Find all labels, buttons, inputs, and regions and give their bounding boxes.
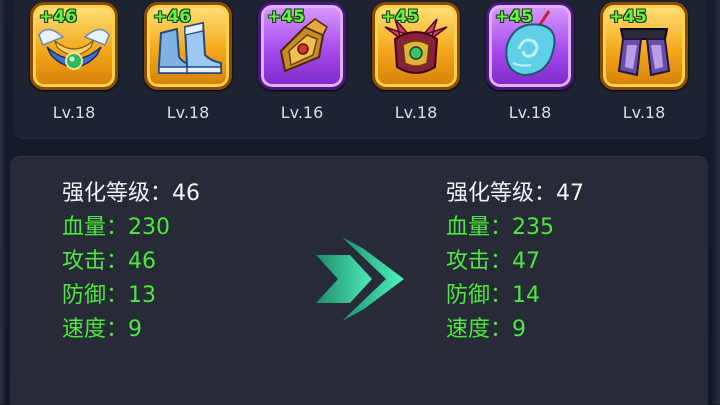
attack-row: 攻击：46 <box>62 245 200 279</box>
hp-row: 血量：235 <box>446 211 584 245</box>
colon: ： <box>106 249 129 274</box>
speed-value: 9 <box>128 317 143 342</box>
speed-row: 速度：9 <box>446 313 584 347</box>
attack-value: 46 <box>128 249 157 274</box>
defense-label: 防御 <box>446 283 491 308</box>
attack-value: 47 <box>512 249 541 274</box>
next-stats: 强化等级：47 血量：235 攻击：47 防御：14 速度：9 <box>446 177 584 347</box>
double-chevron-right-icon <box>316 237 404 321</box>
left-border <box>0 0 6 404</box>
enhance-plus-badge: +45 <box>609 7 647 27</box>
equipment-level: Lv.18 <box>622 103 666 122</box>
purple-item-frame: +45 <box>258 2 346 90</box>
game-screen: +46 Lv.18 +46 Lv.18 +45 Lv.16 +45 Lv.18 … <box>0 0 720 405</box>
speed-value: 9 <box>512 317 527 342</box>
purple-item-frame: +45 <box>486 2 574 90</box>
colon: ： <box>490 317 513 342</box>
enhance-level-row: 强化等级：46 <box>62 177 200 211</box>
hp-label: 血量 <box>446 215 491 240</box>
enhance-preview-panel: 强化等级：46 血量：230 攻击：46 防御：13 速度：9 强化等级：47 … <box>10 156 708 405</box>
colon: ： <box>150 181 173 206</box>
gold-item-frame: +46 <box>30 2 118 90</box>
equipment-slot-1[interactable]: +46 Lv.18 <box>29 2 119 126</box>
equipment-level: Lv.18 <box>166 103 210 122</box>
speed-label: 速度 <box>446 317 491 342</box>
gold-item-frame: +45 <box>372 2 460 90</box>
gold-item-frame: +45 <box>600 2 688 90</box>
hp-row: 血量：230 <box>62 211 200 245</box>
speed-row: 速度：9 <box>62 313 200 347</box>
equipment-level: Lv.16 <box>280 103 324 122</box>
colon: ： <box>534 181 557 206</box>
colon: ： <box>490 283 513 308</box>
hp-value: 230 <box>128 215 171 240</box>
enhance-plus-badge: +45 <box>267 7 305 27</box>
equipment-slot-6[interactable]: +45 Lv.18 <box>599 2 689 126</box>
enhance-level-value: 47 <box>556 181 585 206</box>
equipment-slot-4[interactable]: +45 Lv.18 <box>371 2 461 126</box>
enhance-level-row: 强化等级：47 <box>446 177 584 211</box>
colon: ： <box>490 249 513 274</box>
attack-label: 攻击 <box>446 249 491 274</box>
defense-value: 14 <box>512 283 541 308</box>
enhance-level-label: 强化等级 <box>62 181 151 206</box>
equipment-slot-5[interactable]: +45 Lv.18 <box>485 2 575 126</box>
colon: ： <box>106 283 129 308</box>
upgrade-arrow <box>312 233 408 327</box>
enhance-plus-badge: +46 <box>153 7 191 27</box>
attack-label: 攻击 <box>62 249 107 274</box>
equipment-level: Lv.18 <box>52 103 96 122</box>
defense-label: 防御 <box>62 283 107 308</box>
right-border <box>712 0 720 404</box>
colon: ： <box>490 215 513 240</box>
hp-value: 235 <box>512 215 555 240</box>
defense-row: 防御：13 <box>62 279 200 313</box>
enhance-level-value: 46 <box>172 181 201 206</box>
defense-row: 防御：14 <box>446 279 584 313</box>
hp-label: 血量 <box>62 215 107 240</box>
attack-row: 攻击：47 <box>446 245 584 279</box>
equipment-level: Lv.18 <box>508 103 552 122</box>
equipment-level: Lv.18 <box>394 103 438 122</box>
speed-label: 速度 <box>62 317 107 342</box>
enhance-plus-badge: +46 <box>39 7 77 27</box>
gold-item-frame: +46 <box>144 2 232 90</box>
defense-value: 13 <box>128 283 157 308</box>
enhance-plus-badge: +45 <box>381 7 419 27</box>
enhance-plus-badge: +45 <box>495 7 533 27</box>
colon: ： <box>106 317 129 342</box>
equipment-panel: +46 Lv.18 +46 Lv.18 +45 Lv.16 +45 Lv.18 … <box>14 0 706 139</box>
enhance-level-label: 强化等级 <box>446 181 535 206</box>
colon: ： <box>106 215 129 240</box>
equipment-slot-2[interactable]: +46 Lv.18 <box>143 2 233 126</box>
current-stats: 强化等级：46 血量：230 攻击：46 防御：13 速度：9 <box>62 177 200 347</box>
equipment-slot-3[interactable]: +45 Lv.16 <box>257 2 347 126</box>
